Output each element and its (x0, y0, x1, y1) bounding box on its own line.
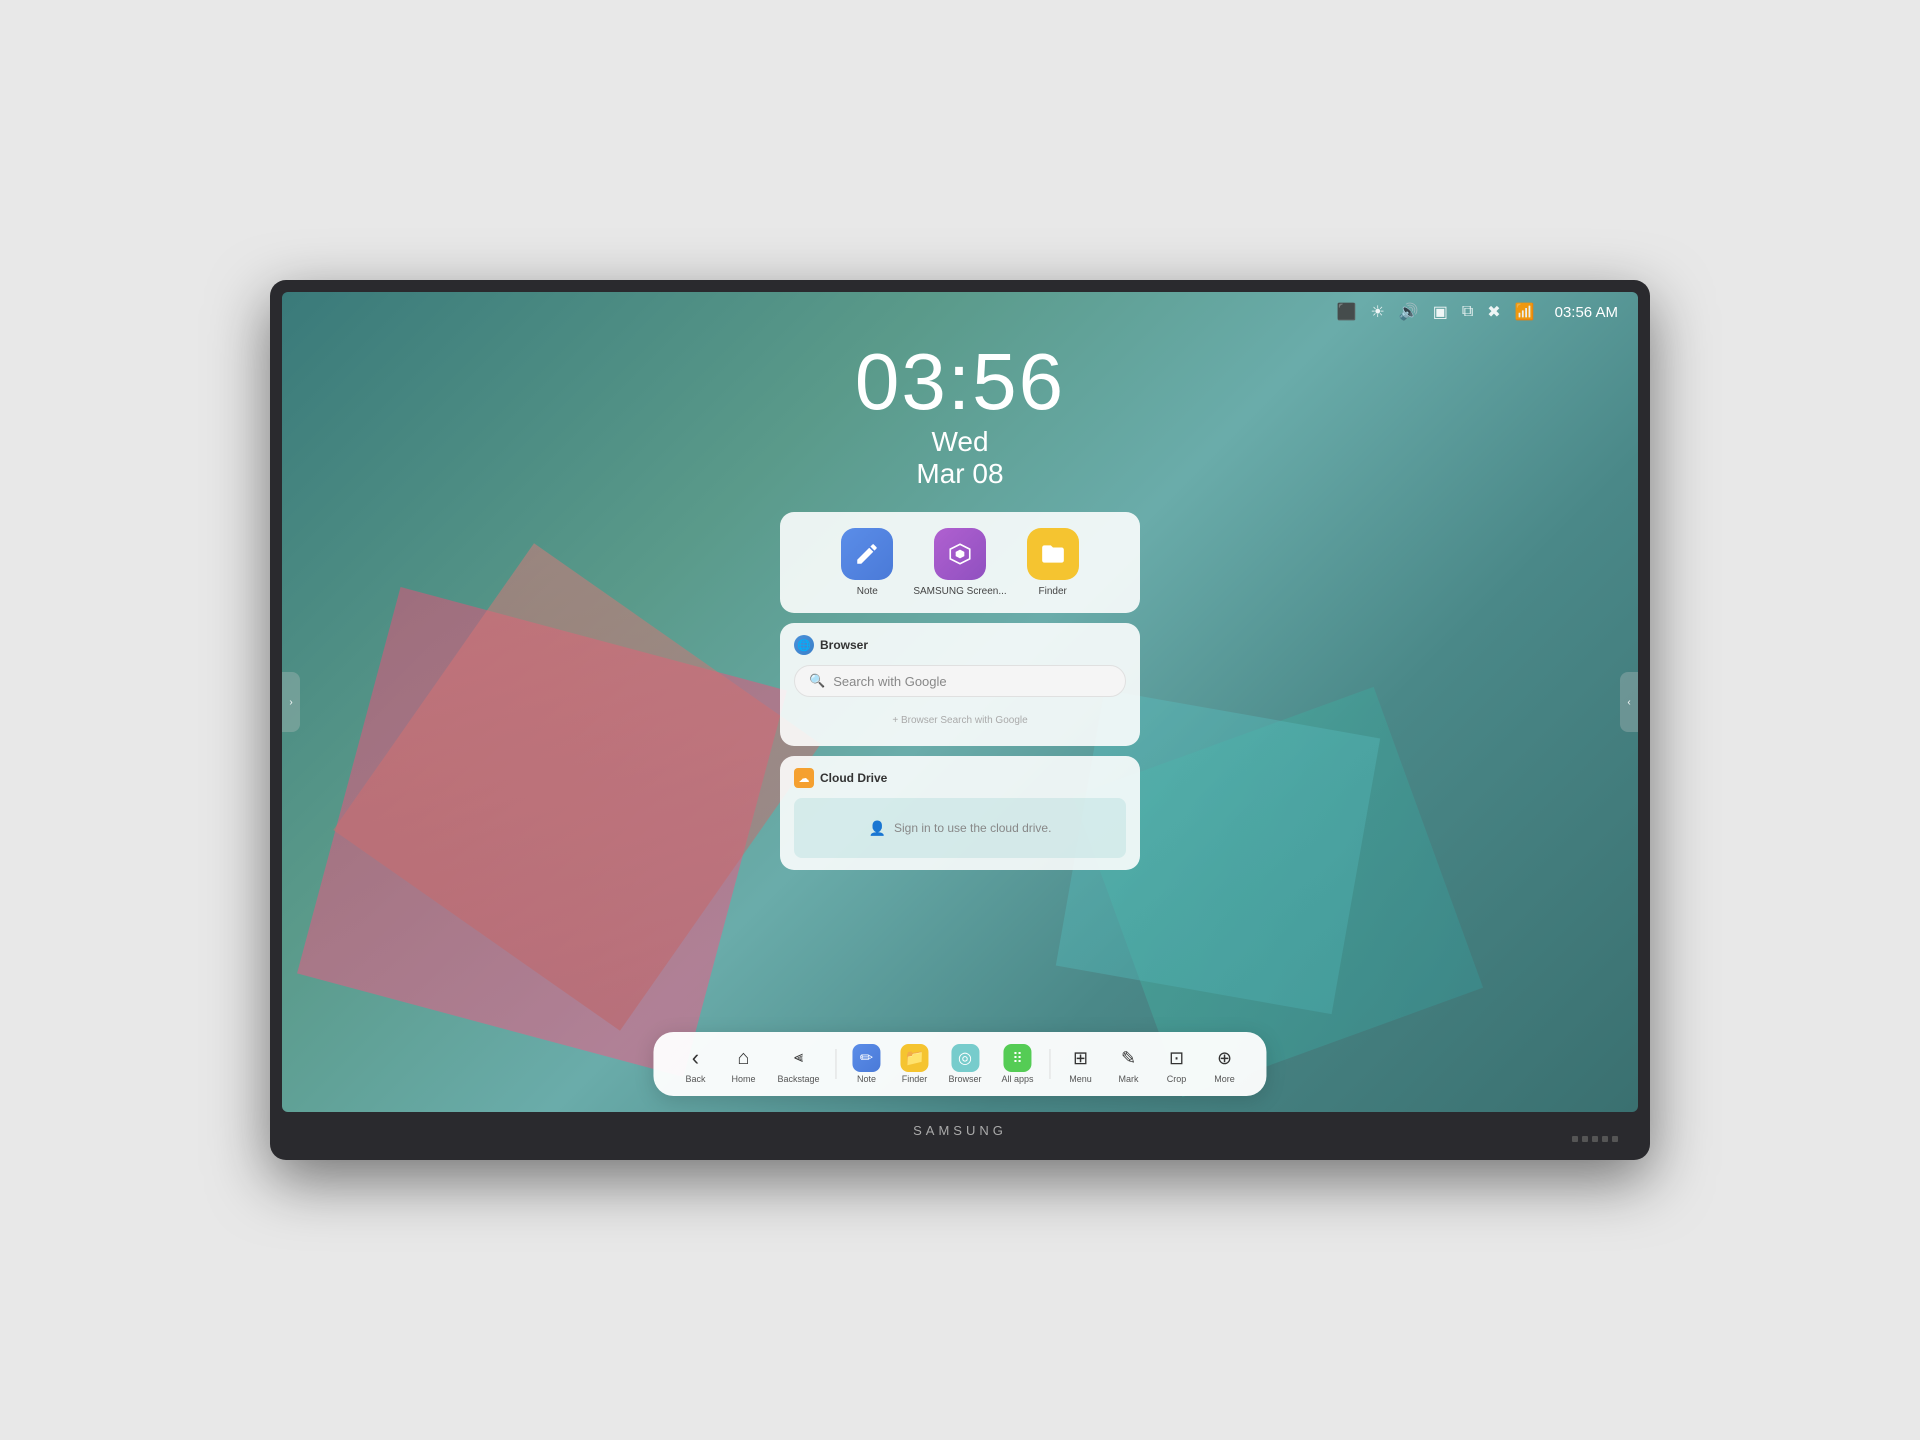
allapps-icon: ⠿ (1004, 1044, 1032, 1072)
note-icon: ✏ (852, 1044, 880, 1072)
status-icons: ⬛ ☀ 🔊 ▣ ⧉ ✖ 📶 03:56 AM (1337, 302, 1618, 322)
taskbar-finder[interactable]: 📁 Finder (892, 1040, 936, 1088)
finder-app-label: Finder (1038, 586, 1066, 597)
status-time: 03:56 AM (1555, 304, 1618, 321)
tv-bottom-bezel: SAMSUNG (282, 1112, 1638, 1148)
search-placeholder-text: Search with Google (833, 674, 946, 689)
taskbar-allapps[interactable]: ⠿ All apps (994, 1040, 1042, 1088)
finder-tb-label: Finder (902, 1074, 928, 1084)
search-bar[interactable]: 🔍 Search with Google (794, 665, 1126, 697)
note-app-icon (841, 528, 893, 580)
app-samsung-screen[interactable]: SAMSUNG Screen... (913, 528, 1006, 597)
apps-widget: Note SAMSUNG Screen... (780, 512, 1140, 613)
cloud-signin-text: Sign in to use the cloud drive. (894, 821, 1051, 835)
taskbar-mark[interactable]: ✎ Mark (1107, 1040, 1151, 1088)
taskbar-browser[interactable]: ◎ Browser (940, 1040, 989, 1088)
widgets-container: Note SAMSUNG Screen... (780, 512, 1140, 870)
taskbar-backstage[interactable]: ⫷ Backstage (769, 1040, 827, 1088)
home-icon: ⌂ (729, 1044, 757, 1072)
cloud-header: ☁ Cloud Drive (794, 768, 1126, 788)
home-label: Home (731, 1074, 755, 1084)
more-label: More (1214, 1074, 1235, 1084)
caption-icon: ⬛ (1337, 302, 1357, 322)
cloud-widget-icon: ☁ (794, 768, 814, 788)
menu-icon: ⊞ (1067, 1044, 1095, 1072)
menu-label: Menu (1069, 1074, 1092, 1084)
clock-date: Wed Mar 08 (855, 426, 1065, 490)
cloud-widget-title: Cloud Drive (820, 771, 887, 785)
samsung-screen-icon (934, 528, 986, 580)
note-app-label: Note (857, 586, 878, 597)
brightness-icon: ☀ (1370, 302, 1384, 322)
taskbar-menu[interactable]: ⊞ Menu (1059, 1040, 1103, 1088)
back-icon: ‹ (681, 1044, 709, 1072)
cloud-user-icon: 👤 (869, 820, 886, 837)
port-5 (1612, 1136, 1618, 1142)
right-handle[interactable]: ‹ (1620, 672, 1638, 732)
browser-header: 🌐 Browser (794, 635, 1126, 655)
clock-time: 03:56 (855, 342, 1065, 422)
taskbar-divider-1 (835, 1049, 836, 1079)
app-finder[interactable]: Finder (1027, 528, 1079, 597)
mark-label: Mark (1119, 1074, 1139, 1084)
taskbar-home[interactable]: ⌂ Home (721, 1040, 765, 1088)
taskbar-note[interactable]: ✏ Note (844, 1040, 888, 1088)
note-label: Note (857, 1074, 876, 1084)
taskbar-back[interactable]: ‹ Back (673, 1040, 717, 1088)
tv-screen: ⬛ ☀ 🔊 ▣ ⧉ ✖ 📶 03:56 AM › ‹ 03:56 Wed Mar… (282, 292, 1638, 1112)
finder-tb-icon: 📁 (900, 1044, 928, 1072)
backstage-icon: ⫷ (784, 1044, 812, 1072)
browser-widget-icon: 🌐 (794, 635, 814, 655)
taskbar: ‹ Back ⌂ Home ⫷ Backstage ✏ Note 📁 Finde… (653, 1032, 1266, 1096)
finder-app-icon (1027, 528, 1079, 580)
taskbar-divider-2 (1050, 1049, 1051, 1079)
crop-icon: ⊡ (1163, 1044, 1191, 1072)
port-2 (1582, 1136, 1588, 1142)
more-icon: ⊕ (1211, 1044, 1239, 1072)
port-1 (1572, 1136, 1578, 1142)
cloud-body: 👤 Sign in to use the cloud drive. (794, 798, 1126, 858)
samsung-brand: SAMSUNG (913, 1123, 1007, 1138)
port-4 (1602, 1136, 1608, 1142)
pip-icon: ⧉ (1462, 303, 1473, 321)
mark-icon: ✎ (1115, 1044, 1143, 1072)
taskbar-more[interactable]: ⊕ More (1203, 1040, 1247, 1088)
browser-hint: + Browser Search with Google (794, 707, 1126, 734)
bottom-ports (1572, 1136, 1618, 1142)
screen-icon: ▣ (1433, 302, 1448, 322)
browser-widget: 🌐 Browser 🔍 Search with Google + Browser… (780, 623, 1140, 746)
status-bar: ⬛ ☀ 🔊 ▣ ⧉ ✖ 📶 03:56 AM (282, 292, 1638, 332)
search-icon: 🔍 (809, 673, 825, 689)
browser-widget-title: Browser (820, 638, 868, 652)
left-handle[interactable]: › (282, 672, 300, 732)
taskbar-crop[interactable]: ⊡ Crop (1155, 1040, 1199, 1088)
port-3 (1592, 1136, 1598, 1142)
backstage-label: Backstage (777, 1074, 819, 1084)
app-note[interactable]: Note (841, 528, 893, 597)
browser-tb-label: Browser (948, 1074, 981, 1084)
allapps-label: All apps (1002, 1074, 1034, 1084)
cloud-widget: ☁ Cloud Drive 👤 Sign in to use the cloud… (780, 756, 1140, 870)
tv-outer: ⬛ ☀ 🔊 ▣ ⧉ ✖ 📶 03:56 AM › ‹ 03:56 Wed Mar… (270, 280, 1650, 1160)
wifi-icon: 📶 (1515, 302, 1535, 322)
samsung-screen-label: SAMSUNG Screen... (913, 586, 1006, 597)
volume-icon: 🔊 (1399, 302, 1419, 322)
back-label: Back (685, 1074, 705, 1084)
browser-tb-icon: ◎ (951, 1044, 979, 1072)
bluetooth-icon: ✖ (1487, 302, 1500, 322)
crop-label: Crop (1167, 1074, 1187, 1084)
clock-area: 03:56 Wed Mar 08 (855, 342, 1065, 490)
